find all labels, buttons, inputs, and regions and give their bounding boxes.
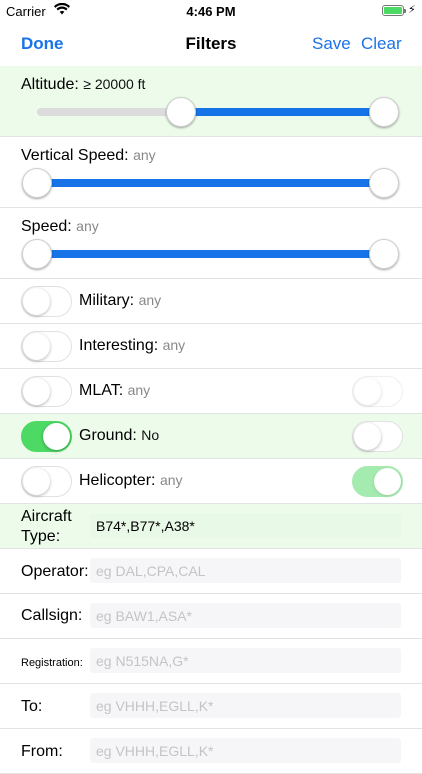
aircraft-type-row: Aircraft Type: [0, 504, 422, 549]
speed-value: any [76, 218, 99, 234]
helicopter-label: Helicopter: any [79, 472, 183, 489]
helicopter-value-toggle[interactable] [352, 466, 403, 497]
mlat-toggle[interactable] [21, 376, 72, 407]
mlat-row: MLAT: any [0, 369, 422, 414]
mlat-label: MLAT: any [79, 382, 151, 399]
registration-label: Registration: [21, 657, 83, 669]
ground-label: Ground: No [79, 427, 160, 444]
speed-max-thumb[interactable] [369, 239, 399, 269]
ground-value: No [141, 427, 160, 443]
altitude-label: Altitude: ≥ 20000 ft [21, 76, 146, 93]
military-row: Military: any [0, 279, 422, 324]
callsign-input[interactable] [90, 603, 401, 628]
interesting-label: Interesting: any [79, 337, 186, 354]
aircraft-type-label-line2: Type: [21, 528, 61, 545]
clock: 4:46 PM [186, 4, 236, 19]
navigation-bar: Done Filters Save Clear [0, 22, 422, 66]
from-input[interactable] [90, 738, 401, 763]
speed-row: Speed: any [0, 208, 422, 279]
registration-row: Registration: [0, 639, 422, 684]
military-value: any [138, 292, 162, 308]
callsign-row: Callsign: [0, 594, 422, 639]
altitude-max-thumb[interactable] [369, 97, 399, 127]
helicopter-toggle[interactable] [21, 466, 72, 497]
speed-range-fill [37, 250, 383, 258]
interesting-toggle[interactable] [21, 331, 72, 362]
speed-label: Speed: any [21, 218, 99, 235]
military-toggle[interactable] [21, 286, 72, 317]
mlat-value-toggle[interactable] [352, 376, 403, 407]
operator-input[interactable] [90, 558, 401, 583]
to-input[interactable] [90, 693, 401, 718]
filters-list: Altitude: ≥ 20000 ft Vertical Speed: any… [0, 66, 422, 774]
vertical-speed-max-thumb[interactable] [369, 168, 399, 198]
to-row: To: [0, 684, 422, 729]
aircraft-type-input[interactable] [90, 513, 401, 538]
speed-min-thumb[interactable] [22, 239, 52, 269]
vertical-speed-label: Vertical Speed: any [21, 147, 156, 164]
interesting-value: any [162, 337, 186, 353]
registration-input[interactable] [90, 648, 401, 673]
callsign-label: Callsign: [21, 607, 83, 624]
operator-row: Operator: [0, 549, 422, 594]
altitude-min-thumb[interactable] [166, 97, 196, 127]
operator-label: Operator: [21, 563, 89, 580]
status-bar: Carrier 4:46 PM ⚡ [0, 0, 422, 22]
page-title: Filters [185, 34, 237, 53]
save-button[interactable]: Save [312, 34, 351, 54]
ground-value-toggle[interactable] [352, 421, 403, 452]
altitude-value: ≥ 20000 ft [83, 76, 146, 92]
vertical-speed-row: Vertical Speed: any [0, 137, 422, 208]
interesting-row: Interesting: any [0, 324, 422, 369]
vertical-speed-range-fill [37, 179, 383, 187]
helicopter-row: Helicopter: any [0, 459, 422, 504]
aircraft-type-label-line1: Aircraft [21, 508, 72, 525]
vertical-speed-min-thumb[interactable] [22, 168, 52, 198]
helicopter-value: any [159, 472, 183, 488]
charging-bolt-icon: ⚡ [408, 4, 416, 16]
ground-toggle[interactable] [21, 421, 72, 452]
battery-icon [382, 5, 406, 16]
ground-row: Ground: No [0, 414, 422, 459]
vertical-speed-value: any [133, 147, 156, 163]
mlat-value: any [127, 382, 151, 398]
military-label: Military: any [79, 292, 162, 309]
to-label: To: [21, 698, 43, 715]
altitude-row: Altitude: ≥ 20000 ft [0, 66, 422, 137]
clear-button[interactable]: Clear [361, 34, 402, 54]
from-label: From: [21, 743, 63, 760]
from-row: From: [0, 729, 422, 774]
altitude-range-fill [181, 108, 383, 116]
